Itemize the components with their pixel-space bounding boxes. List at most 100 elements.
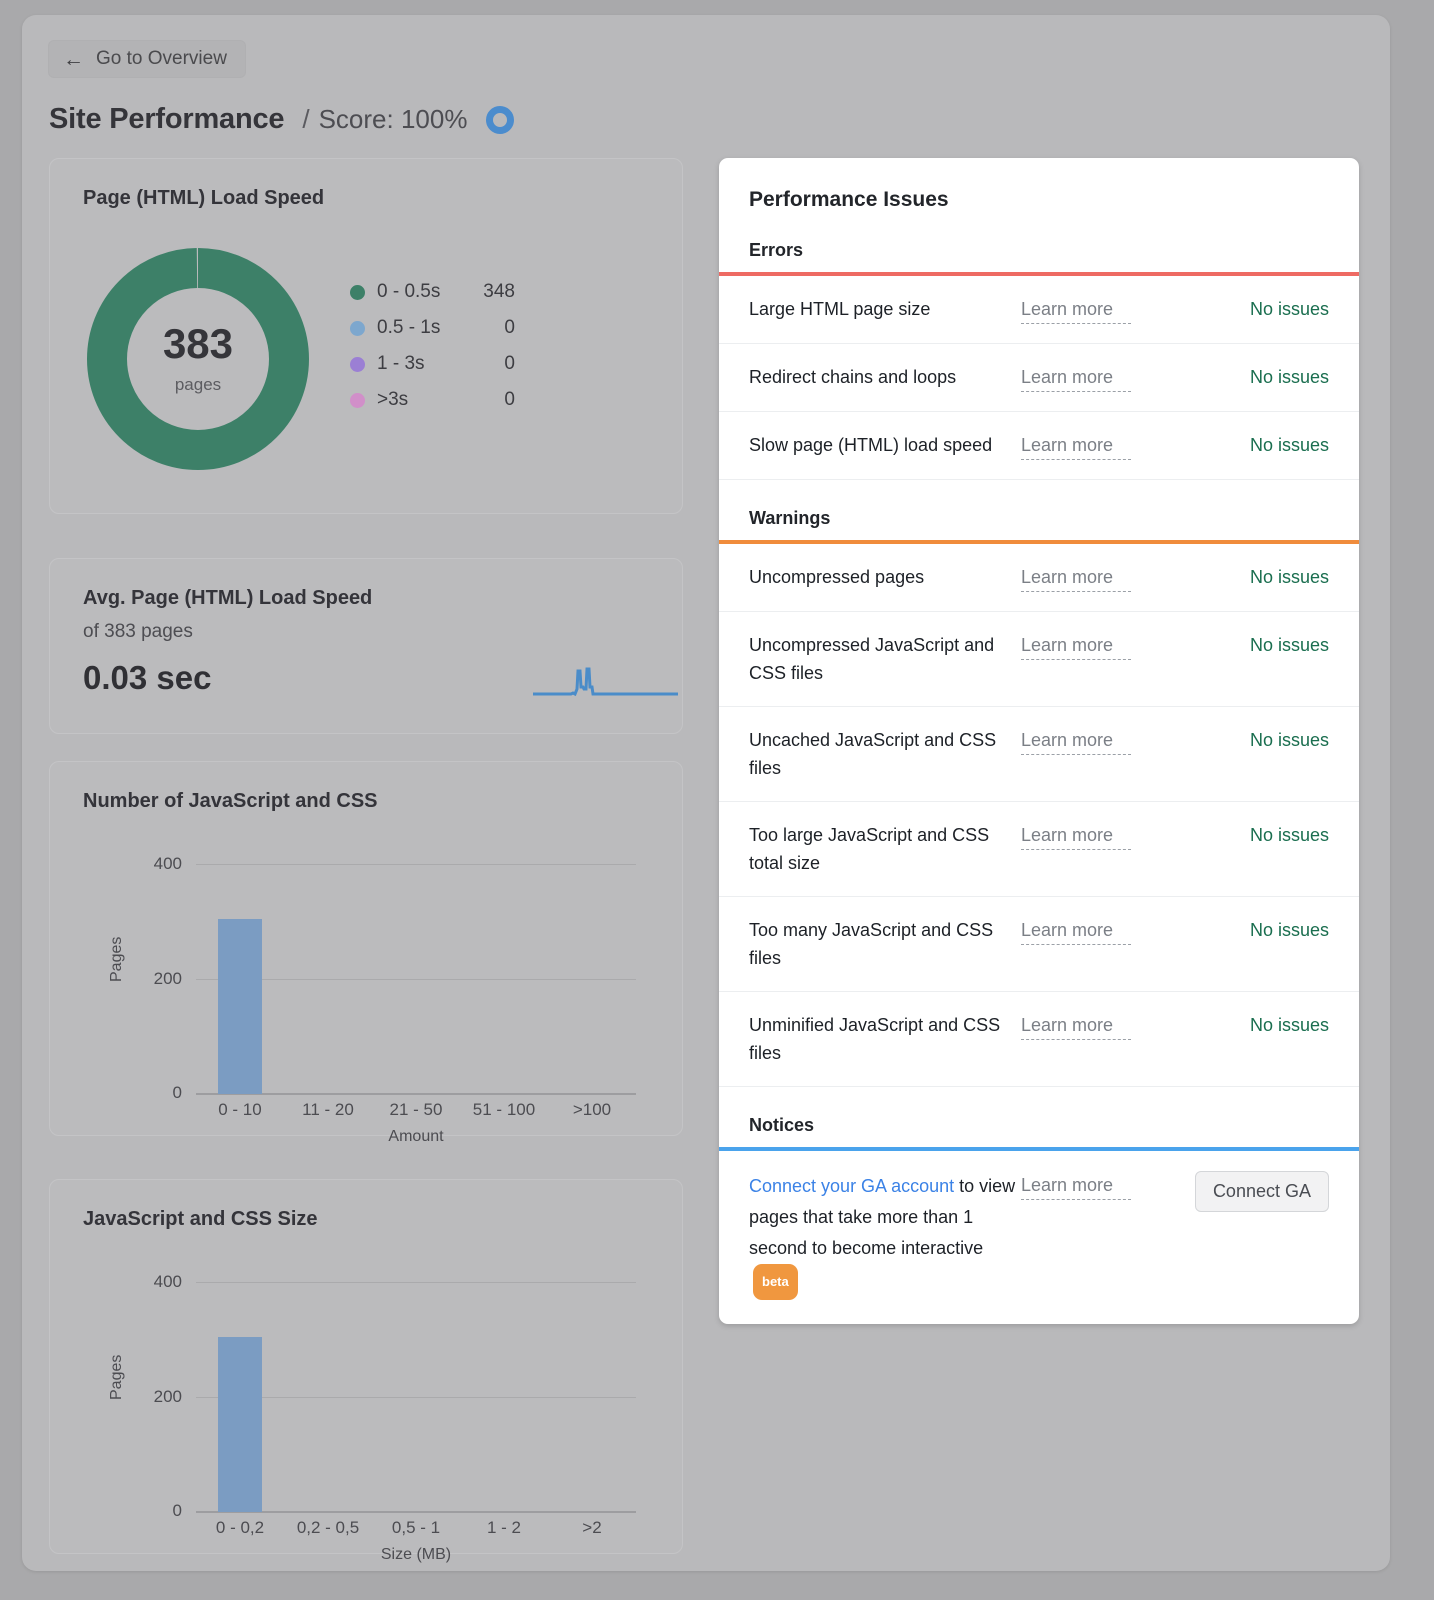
issue-status: No issues bbox=[1176, 1011, 1329, 1039]
score-ring-icon bbox=[486, 106, 514, 134]
gridline: 200 bbox=[196, 1397, 636, 1398]
plot-area: 400 200 0 bbox=[196, 1282, 636, 1512]
y-tick-label: 400 bbox=[154, 854, 182, 874]
x-axis-line: 0 bbox=[196, 1511, 636, 1513]
learn-more-cell: Learn more bbox=[1021, 563, 1176, 592]
learn-more-cell: Learn more bbox=[1021, 1171, 1176, 1200]
load-speed-legend: 0 - 0.5s 348 0.5 - 1s 0 1 - 3s 0 >3s 0 bbox=[350, 274, 515, 418]
score-label: Score: 100% bbox=[319, 104, 468, 135]
avg-load-speed-card: Avg. Page (HTML) Load Speed of 383 pages… bbox=[49, 558, 683, 734]
legend-color-dot bbox=[350, 285, 365, 300]
x-tick-label: >100 bbox=[548, 1100, 636, 1120]
legend-label: >3s bbox=[377, 389, 469, 411]
legend-label: 0 - 0.5s bbox=[377, 281, 469, 303]
legend-color-dot bbox=[350, 357, 365, 372]
learn-more-link[interactable]: Learn more bbox=[1021, 916, 1131, 945]
issue-status: No issues bbox=[1176, 363, 1329, 391]
legend-color-dot bbox=[350, 321, 365, 336]
page-load-speed-card: Page (HTML) Load Speed 383 pages 0 - 0.5… bbox=[49, 158, 683, 514]
issue-name: Slow page (HTML) load speed bbox=[749, 431, 1021, 459]
learn-more-cell: Learn more bbox=[1021, 631, 1176, 660]
learn-more-link[interactable]: Learn more bbox=[1021, 631, 1131, 660]
app-root: ← Go to Overview Site Performance / Scor… bbox=[0, 0, 1434, 1600]
learn-more-link[interactable]: Learn more bbox=[1021, 1011, 1131, 1040]
legend-color-dot bbox=[350, 393, 365, 408]
issue-row[interactable]: Uncompressed pages Learn more No issues bbox=[719, 544, 1359, 612]
issue-name: Uncompressed pages bbox=[749, 563, 1021, 591]
legend-label: 1 - 3s bbox=[377, 353, 469, 375]
gridline: 400 bbox=[196, 864, 636, 865]
avg-sparkline bbox=[533, 659, 678, 704]
issue-row[interactable]: Uncached JavaScript and CSS files Learn … bbox=[719, 707, 1359, 802]
learn-more-link[interactable]: Learn more bbox=[1021, 563, 1131, 592]
notice-row[interactable]: Connect your GA account to view pages th… bbox=[719, 1151, 1359, 1324]
issue-row[interactable]: Slow page (HTML) load speed Learn more N… bbox=[719, 412, 1359, 480]
js-css-size-chart-card: JavaScript and CSS Size Pages 400 200 0 bbox=[49, 1179, 683, 1554]
y-tick-label: 0 bbox=[173, 1083, 182, 1103]
legend-value: 0 bbox=[469, 389, 515, 411]
issue-status: No issues bbox=[1176, 295, 1329, 323]
issue-name: Unminified JavaScript and CSS files bbox=[749, 1011, 1021, 1067]
page-title: Site Performance bbox=[49, 103, 284, 136]
title-separator: / bbox=[302, 104, 309, 135]
x-axis-line: 0 bbox=[196, 1093, 636, 1095]
legend-value: 0 bbox=[469, 317, 515, 339]
js-css-count-chart: Pages 400 200 0 0 - 10 11 - 20 bbox=[50, 822, 682, 1122]
issue-row[interactable]: Uncompressed JavaScript and CSS files Le… bbox=[719, 612, 1359, 707]
legend-item: 0 - 0.5s 348 bbox=[350, 274, 515, 310]
issue-name: Large HTML page size bbox=[749, 295, 1021, 323]
learn-more-cell: Learn more bbox=[1021, 431, 1176, 460]
x-tick-label: 51 - 100 bbox=[460, 1100, 548, 1120]
learn-more-link[interactable]: Learn more bbox=[1021, 431, 1131, 460]
sparkline-svg bbox=[533, 659, 678, 699]
gridline: 400 bbox=[196, 1282, 636, 1283]
avg-subtitle: of 383 pages bbox=[83, 621, 193, 643]
gridline: 200 bbox=[196, 979, 636, 980]
learn-more-cell: Learn more bbox=[1021, 821, 1176, 850]
connect-ga-link[interactable]: Connect your GA account bbox=[749, 1176, 954, 1196]
learn-more-link[interactable]: Learn more bbox=[1021, 1171, 1131, 1200]
x-tick-labels: 0 - 10 11 - 20 21 - 50 51 - 100 >100 bbox=[196, 1100, 636, 1120]
x-tick-label: >2 bbox=[548, 1518, 636, 1538]
y-axis-label: Pages bbox=[108, 1355, 126, 1400]
learn-more-cell: Learn more bbox=[1021, 916, 1176, 945]
issue-row[interactable]: Unminified JavaScript and CSS files Lear… bbox=[719, 992, 1359, 1087]
card-title: Avg. Page (HTML) Load Speed bbox=[83, 587, 372, 610]
bar bbox=[218, 919, 262, 1094]
issue-status: No issues bbox=[1176, 631, 1329, 659]
learn-more-link[interactable]: Learn more bbox=[1021, 363, 1131, 392]
js-css-count-chart-card: Number of JavaScript and CSS Pages 400 2… bbox=[49, 761, 683, 1136]
learn-more-link[interactable]: Learn more bbox=[1021, 821, 1131, 850]
y-tick-label: 400 bbox=[154, 1272, 182, 1292]
plot-area: 400 200 0 bbox=[196, 864, 636, 1094]
beta-badge: beta bbox=[753, 1264, 798, 1300]
issue-status: No issues bbox=[1176, 821, 1329, 849]
donut-total-unit: pages bbox=[175, 375, 221, 395]
issue-status: No issues bbox=[1176, 916, 1329, 944]
connect-ga-button[interactable]: Connect GA bbox=[1195, 1171, 1329, 1212]
learn-more-link[interactable]: Learn more bbox=[1021, 295, 1131, 324]
issue-row[interactable]: Too large JavaScript and CSS total size … bbox=[719, 802, 1359, 897]
issue-row[interactable]: Redirect chains and loops Learn more No … bbox=[719, 344, 1359, 412]
legend-value: 0 bbox=[469, 353, 515, 375]
card-title: JavaScript and CSS Size bbox=[83, 1208, 318, 1231]
learn-more-cell: Learn more bbox=[1021, 1011, 1176, 1040]
go-to-overview-label: Go to Overview bbox=[96, 48, 227, 70]
notice-text: Connect your GA account to view pages th… bbox=[749, 1171, 1021, 1300]
page-title-row: Site Performance / Score: 100% bbox=[49, 103, 514, 136]
issue-row[interactable]: Large HTML page size Learn more No issue… bbox=[719, 276, 1359, 344]
x-tick-label: 21 - 50 bbox=[372, 1100, 460, 1120]
bar bbox=[218, 1337, 262, 1512]
group-heading-notices: Notices bbox=[719, 1087, 1359, 1147]
js-css-size-chart: Pages 400 200 0 0 - 0,2 0,2 - 0,5 bbox=[50, 1240, 682, 1540]
x-tick-label: 1 - 2 bbox=[460, 1518, 548, 1538]
issue-row[interactable]: Too many JavaScript and CSS files Learn … bbox=[719, 897, 1359, 992]
arrow-left-icon: ← bbox=[63, 49, 84, 70]
issue-name: Too many JavaScript and CSS files bbox=[749, 916, 1021, 972]
x-tick-label: 0,2 - 0,5 bbox=[284, 1518, 372, 1538]
load-speed-donut-chart: 383 pages bbox=[86, 247, 310, 471]
go-to-overview-button[interactable]: ← Go to Overview bbox=[48, 40, 246, 78]
donut-total-value: 383 bbox=[163, 323, 233, 365]
issue-status: No issues bbox=[1176, 563, 1329, 591]
learn-more-link[interactable]: Learn more bbox=[1021, 726, 1131, 755]
